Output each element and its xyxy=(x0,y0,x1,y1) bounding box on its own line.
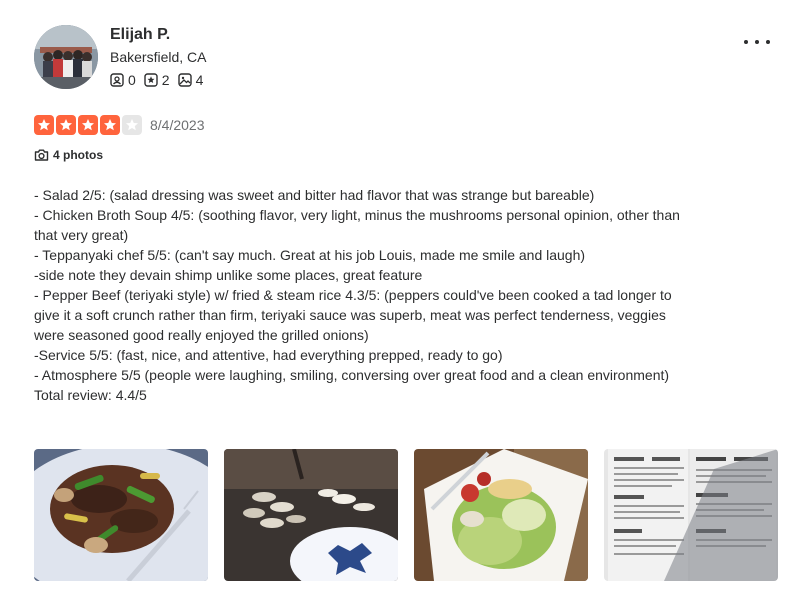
review-line: - Teppanyaki chef 5/5: (can't say much. … xyxy=(34,247,586,263)
star-rating xyxy=(34,115,144,135)
photos-count: 4 xyxy=(195,72,204,88)
user-name[interactable]: Elijah P. xyxy=(110,26,170,44)
photo-pepper-beef[interactable] xyxy=(34,449,208,581)
star-empty-icon xyxy=(122,115,142,135)
friends-stat: 0 xyxy=(110,72,136,88)
reviews-count: 2 xyxy=(161,72,170,88)
review-line: - Pepper Beef (teriyaki style) w/ fried … xyxy=(34,287,672,343)
photo-menu[interactable] xyxy=(604,449,778,581)
avatar[interactable] xyxy=(34,25,98,89)
star-filled-icon xyxy=(100,115,120,135)
photo-teppanyaki-grill[interactable] xyxy=(224,449,398,581)
star-filled-icon xyxy=(56,115,76,135)
more-dot-icon xyxy=(755,40,759,44)
review-line: - Atmosphere 5/5 (people were laughing, … xyxy=(34,367,670,383)
review-text: - Salad 2/5: (salad dressing was sweet a… xyxy=(34,185,694,405)
friends-count: 0 xyxy=(128,72,136,88)
review-star-icon xyxy=(144,73,158,87)
star-filled-icon xyxy=(78,115,98,135)
photos-stat: 4 xyxy=(177,72,204,88)
reviews-stat: 2 xyxy=(144,72,170,88)
star-filled-icon xyxy=(34,115,54,135)
photo-icon xyxy=(177,73,192,87)
review-date: 8/4/2023 xyxy=(150,117,205,133)
review-line: - Salad 2/5: (salad dressing was sweet a… xyxy=(34,187,595,203)
user-location: Bakersfield, CA xyxy=(110,49,207,65)
photos-label: 4 photos xyxy=(53,148,103,162)
photo-gallery xyxy=(34,449,794,581)
user-stats: 0 2 4 xyxy=(110,72,211,88)
review-line: Total review: 4.4/5 xyxy=(34,387,147,403)
review-line: -side note they devain shimp unlike some… xyxy=(34,267,423,283)
review-line: -Service 5/5: (fast, nice, and attentive… xyxy=(34,347,503,363)
camera-icon xyxy=(34,149,49,161)
more-options-button[interactable] xyxy=(744,32,770,52)
photo-salad[interactable] xyxy=(414,449,588,581)
review-line: - Chicken Broth Soup 4/5: (soothing flav… xyxy=(34,207,680,243)
friends-icon xyxy=(110,73,124,87)
more-dot-icon xyxy=(744,40,748,44)
photos-link[interactable]: 4 photos xyxy=(34,148,103,162)
more-dot-icon xyxy=(766,40,770,44)
